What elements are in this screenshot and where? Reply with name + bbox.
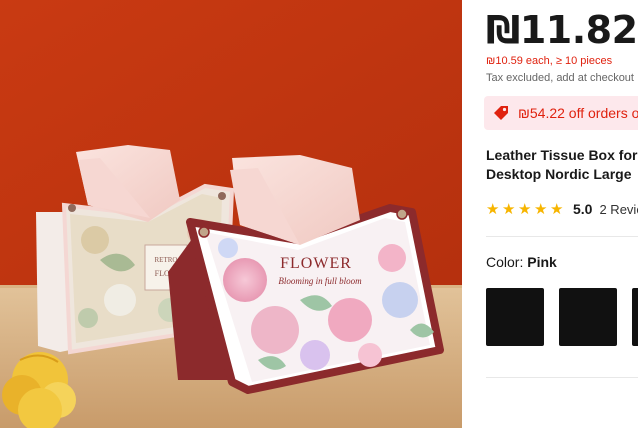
product-title-line-1: Leather Tissue Box for xyxy=(486,147,638,163)
rating-stars: ★ ★ ★ ★ ★ xyxy=(486,199,565,218)
color-swatch[interactable] xyxy=(486,288,544,346)
price-tag-icon xyxy=(494,106,508,120)
product-price: ₪11.82 xyxy=(486,8,638,52)
divider xyxy=(486,377,638,378)
rating-row[interactable]: ★ ★ ★ ★ ★ 5.0 2 Reviews xyxy=(486,201,638,217)
reviews-link[interactable]: 2 Reviews xyxy=(599,202,638,217)
star-icon: ★ xyxy=(486,199,500,218)
star-icon: ★ xyxy=(502,199,516,218)
product-image[interactable]: RETRO FLOW FLOWER Blooming in full bloom xyxy=(0,0,462,428)
bulk-price-note: ₪10.59 each, ≥ 10 pieces xyxy=(486,55,613,67)
star-icon: ★ xyxy=(518,199,532,218)
color-label: Color: Pink xyxy=(486,254,557,270)
star-icon: ★ xyxy=(550,199,564,218)
product-info-panel: ₪11.82 ₪10.59 each, ≥ 10 pieces Tax excl… xyxy=(462,0,638,428)
color-label-key: Color: xyxy=(486,254,524,270)
right-box-brand: FLOWER xyxy=(280,255,352,272)
product-photo-illustration: RETRO FLOW FLOWER Blooming in full bloom xyxy=(0,0,462,428)
product-title-line-2: Desktop Nordic Large xyxy=(486,166,632,182)
coupon-text: ₪54.22 off orders over xyxy=(518,105,638,121)
tax-note: Tax excluded, add at checkout xyxy=(486,72,634,84)
star-icon: ★ xyxy=(534,199,548,218)
product-title: Leather Tissue Box for Desktop Nordic La… xyxy=(486,146,638,184)
left-box-brand-1: RETRO xyxy=(155,256,178,264)
coupon-banner[interactable]: ₪54.22 off orders over xyxy=(484,96,638,130)
divider xyxy=(486,236,638,237)
right-box-tagline: Blooming in full bloom xyxy=(278,276,362,286)
color-label-value: Pink xyxy=(527,254,557,270)
color-swatch[interactable] xyxy=(559,288,617,346)
color-swatch[interactable] xyxy=(632,288,638,346)
rating-score: 5.0 xyxy=(573,201,593,217)
